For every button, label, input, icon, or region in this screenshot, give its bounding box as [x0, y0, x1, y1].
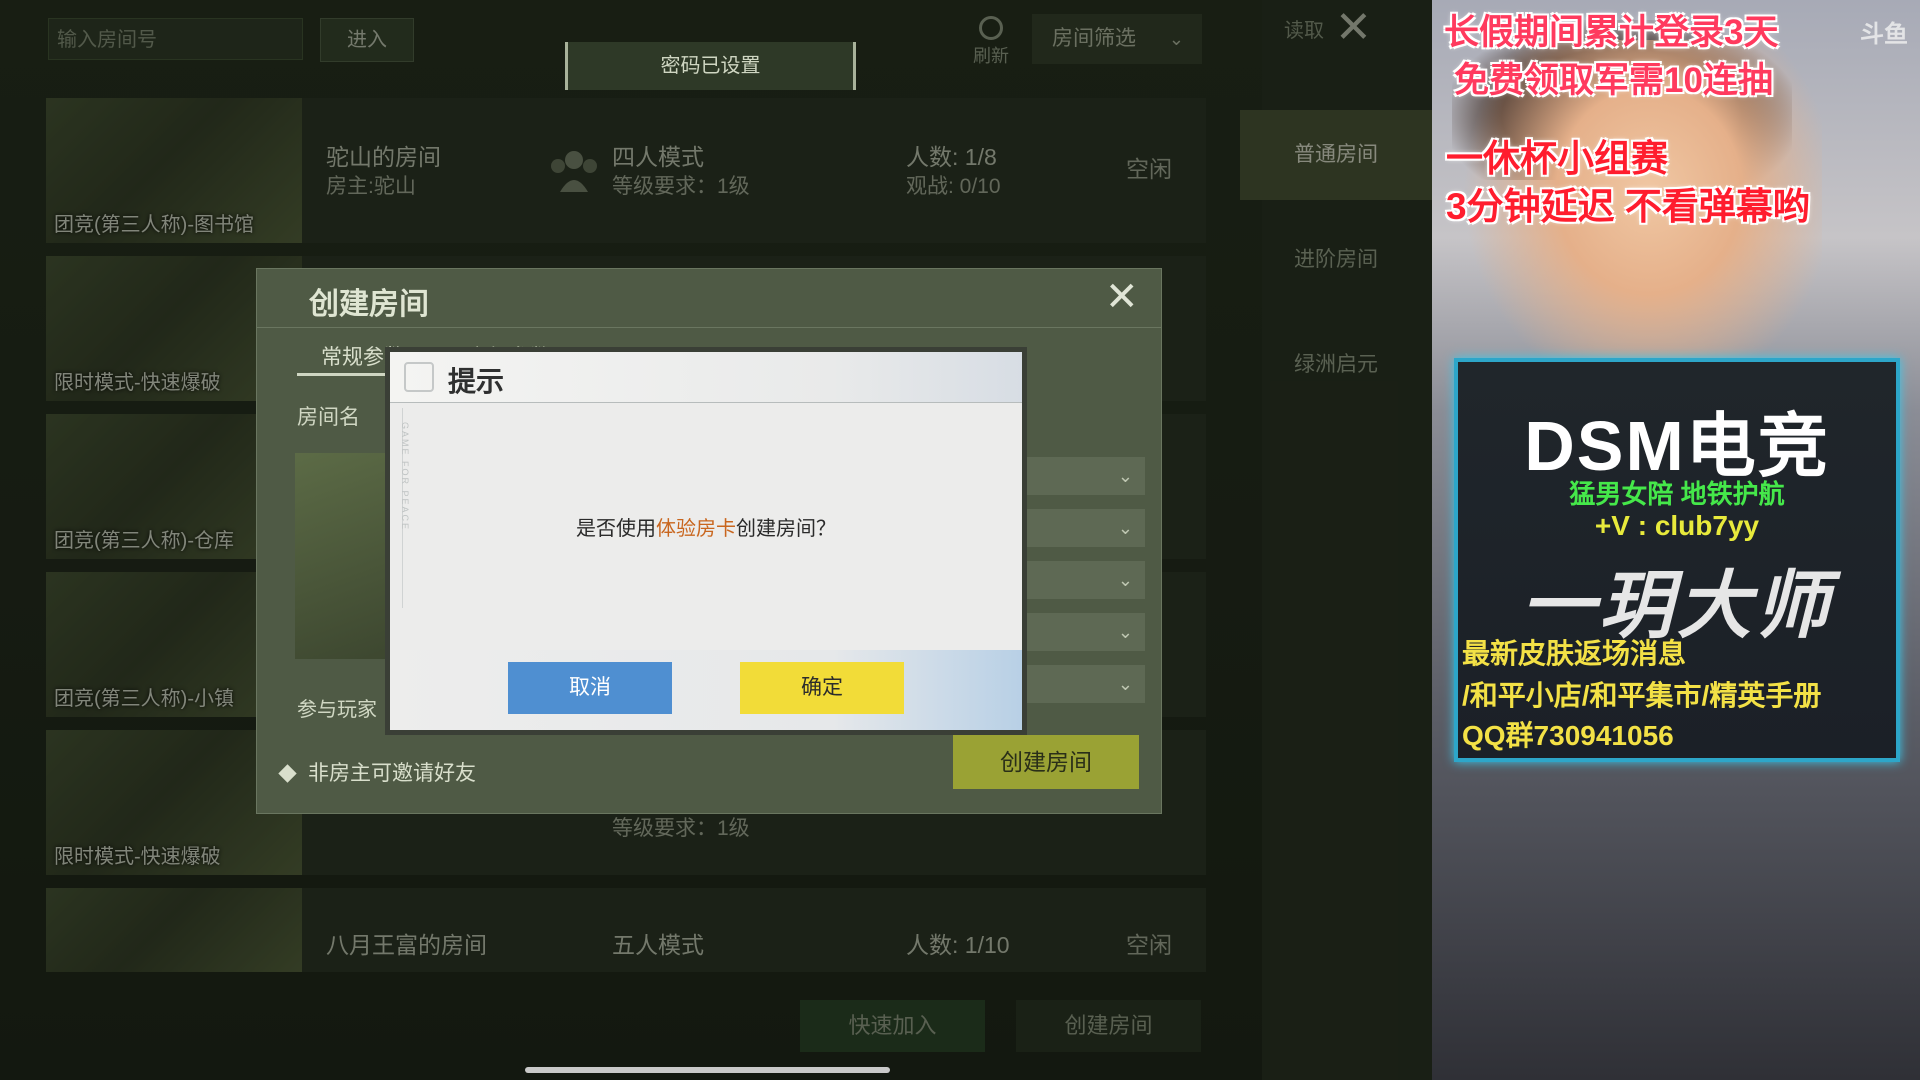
create-room-title: 创建房间	[309, 288, 429, 321]
room-name-label: 房间名	[297, 406, 360, 429]
password-set-tab: 密码已设置	[565, 42, 856, 90]
invite-toggle[interactable]: 非房主可邀请好友	[278, 757, 476, 787]
chevron-down-icon: ⌄	[1117, 570, 1133, 590]
prompt-header: 提示	[390, 352, 1022, 403]
prompt-message-highlight: 体验房卡	[656, 518, 736, 540]
cancel-button[interactable]: 取消	[508, 662, 672, 714]
chevron-down-icon: ⌄	[1117, 518, 1133, 538]
chevron-down-icon: ⌄	[1117, 622, 1133, 642]
game-screen: 输入房间号 进入 刷新 房间筛选 ⌄ 读取 ✕ 普通房间 进阶房间 绿洲启元 团…	[0, 0, 1432, 1080]
create-room-button[interactable]: 创建房间	[953, 735, 1139, 789]
dsm-ad-banner: DSM电竞 猛男女陪 地铁护航 +V : club7yy 一玥大师 最新皮肤返场…	[1454, 358, 1900, 762]
ad-line-4: /和平小店/和平集市/精英手册	[1462, 680, 1822, 711]
prompt-footer	[390, 650, 1022, 730]
ad-line-5: QQ群730941056	[1462, 720, 1674, 751]
prompt-message: 是否使用体验房卡创建房间？	[390, 512, 1022, 541]
confirm-button[interactable]: 确定	[740, 662, 904, 714]
prompt-title: 提示	[448, 366, 505, 397]
header-notch-icon	[404, 362, 434, 392]
stream-overlay-panel: 斗鱼 长假期间累计登录3天 免费领取军需10连抽 一休杯小组赛 3分钟延迟 不看…	[1432, 0, 1920, 1080]
invite-label: 非房主可邀请好友	[308, 762, 476, 785]
diamond-icon	[278, 764, 297, 783]
promo-line-1: 长假期间累计登录3天	[1444, 13, 1779, 52]
prompt-message-end: 创建房间？	[736, 518, 836, 540]
close-icon[interactable]: ✕	[1105, 275, 1139, 319]
ad-line-2: +V : club7yy	[1594, 510, 1760, 541]
ad-line-1: 猛男女陪 地铁护航	[1569, 479, 1785, 509]
players-label: 参与玩家	[297, 699, 377, 721]
promo-line-3: 一休杯小组赛	[1446, 138, 1668, 179]
promo-line-4: 3分钟延迟 不看弹幕哟	[1446, 186, 1810, 227]
chevron-down-icon: ⌄	[1117, 466, 1133, 486]
home-indicator-bar[interactable]	[525, 1067, 890, 1073]
douyu-logo: 斗鱼	[1860, 21, 1908, 48]
map-preview-image	[295, 453, 405, 659]
ad-line-3: 最新皮肤返场消息	[1462, 638, 1687, 669]
prompt-message-start: 是否使用	[576, 518, 656, 540]
prompt-dialog: 提示 GAME FOR PEACE 是否使用体验房卡创建房间？ 取消 确定	[390, 352, 1022, 730]
chevron-down-icon: ⌄	[1117, 674, 1133, 694]
divider	[257, 327, 1161, 328]
promo-line-2: 免费领取军需10连抽	[1454, 61, 1773, 100]
